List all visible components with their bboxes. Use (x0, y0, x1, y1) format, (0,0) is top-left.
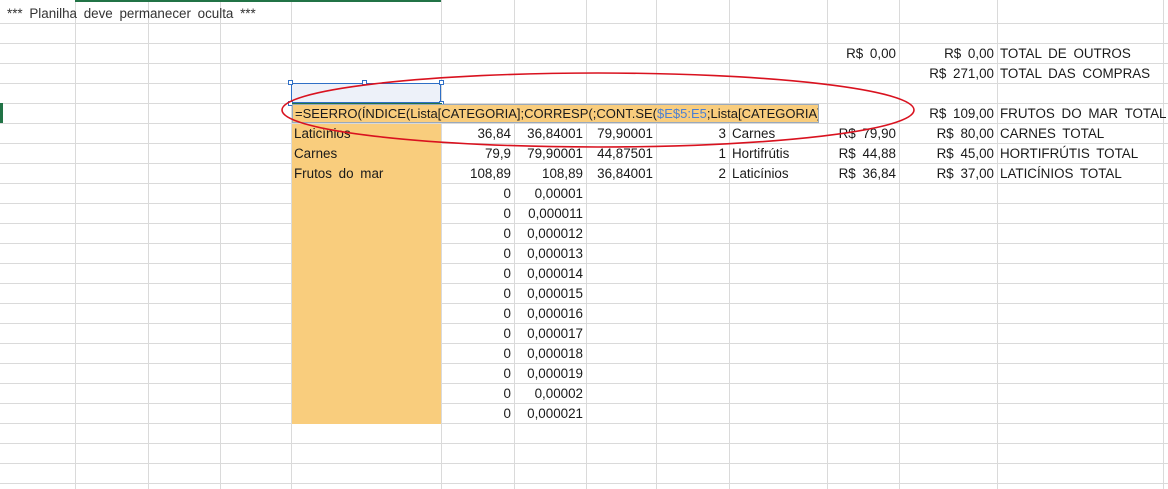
annotation-ellipse (281, 72, 915, 148)
spreadsheet-grid[interactable]: *** Planilha deve permanecer oculta *** … (0, 0, 1168, 489)
